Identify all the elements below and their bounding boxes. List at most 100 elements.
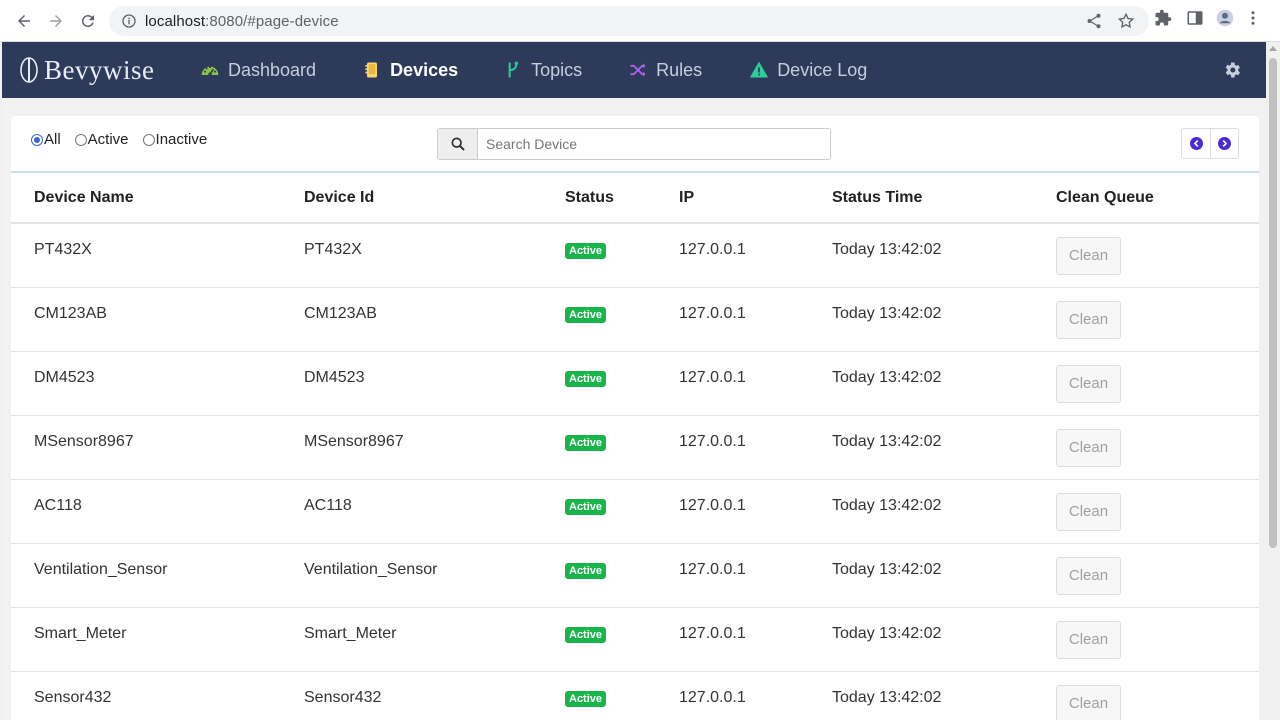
search-device-input[interactable]: [478, 129, 830, 159]
back-arrow-icon: [18, 15, 30, 27]
more-vert-icon: [1251, 11, 1255, 25]
site-info-icon[interactable]: [121, 13, 137, 29]
device-id-cell: AC118: [304, 479, 565, 544]
nav-dashboard-label: Dashboard: [228, 59, 317, 80]
status-cell: Active: [565, 671, 679, 720]
ip-cell: 127.0.0.1: [679, 287, 832, 352]
filter-all[interactable]: All: [31, 131, 61, 148]
nav-dashboard[interactable]: Dashboard: [200, 42, 316, 98]
back-button[interactable]: [12, 9, 36, 33]
clean-queue-button[interactable]: Clean: [1056, 428, 1121, 467]
table-row[interactable]: AC118 AC118 Active 127.0.0.1 Today 13:42:02 C…: [11, 479, 1259, 544]
table-row[interactable]: MSensor8967 MSensor8967 Active 127.0.0.1 Tod…: [11, 415, 1259, 480]
table-row[interactable]: DM4523 DM4523 Active 127.0.0.1 Today 13:42:0…: [11, 351, 1259, 416]
status-badge: Active: [565, 243, 607, 259]
brand-logo[interactable]: Bevywise: [18, 55, 178, 86]
table-row[interactable]: Smart_Meter Smart_Meter Active 127.0.0.1 Tod…: [11, 607, 1259, 672]
status-time-cell: Today 13:42:02: [832, 223, 1056, 288]
ip-cell: 127.0.0.1: [679, 415, 832, 480]
status-time-cell: Today 13:42:02: [832, 479, 1056, 544]
settings-gear-icon[interactable]: [1222, 60, 1242, 80]
nav-device-log[interactable]: Device Log: [749, 42, 867, 98]
devices-panel: All Active Inactive Search Device Device…: [11, 116, 1259, 720]
profile-avatar-icon: [1216, 9, 1234, 27]
nav-topics-label: Topics: [531, 59, 583, 80]
nav-devices-label: Devices: [390, 59, 459, 80]
ip-cell: 127.0.0.1: [679, 607, 832, 672]
status-badge: Active: [565, 626, 607, 643]
bookmark-star-icon[interactable]: [1117, 12, 1135, 30]
table-row[interactable]: Sensor432 Sensor432 Active 127.0.0.1 Today 1…: [11, 671, 1259, 720]
app-navbar: Bevywise Dashboard Devices Topics Rules …: [2, 42, 1266, 98]
device-name-cell: CM123AB: [11, 287, 304, 352]
reload-button[interactable]: [76, 9, 100, 33]
topics-branch-icon: [508, 61, 519, 78]
ip-cell: 127.0.0.1: [679, 351, 832, 416]
radio-active[interactable]: [74, 133, 87, 146]
filter-inactive[interactable]: Inactive: [142, 131, 207, 148]
status-time-cell: Today 13:42:02: [832, 607, 1056, 672]
share-icon[interactable]: [1085, 12, 1103, 30]
chevron-left-circle-icon: [1189, 137, 1203, 150]
next-page-button[interactable]: [1210, 129, 1238, 158]
ip-cell: 127.0.0.1: [679, 543, 832, 608]
prev-page-button[interactable]: [1182, 129, 1210, 158]
clean-queue-button[interactable]: Clean: [1056, 300, 1121, 339]
clean-queue-button[interactable]: Clean: [1056, 492, 1121, 531]
header-status[interactable]: Status: [565, 173, 679, 224]
status-cell: Active: [565, 223, 679, 288]
status-cell: Active: [565, 287, 679, 352]
status-time-cell: Today 13:42:02: [832, 415, 1056, 480]
clean-queue-cell: Clean: [1056, 287, 1259, 352]
header-ip[interactable]: IP: [679, 173, 832, 224]
header-device-id[interactable]: Device Id: [304, 173, 565, 224]
device-name-cell: PT432X: [11, 223, 304, 288]
profile-button[interactable]: [1216, 9, 1234, 27]
nav-devices[interactable]: Devices: [362, 42, 458, 98]
status-badge: Active: [565, 498, 607, 515]
extensions-button[interactable]: [1154, 9, 1172, 27]
search-icon: [450, 137, 465, 151]
forward-button[interactable]: [44, 9, 68, 33]
radio-inactive[interactable]: [142, 133, 155, 146]
scroll-up-arrow-icon[interactable]: [1269, 46, 1277, 51]
table-row[interactable]: Ventilation_Sensor Ventilation_Sensor Acti…: [11, 543, 1259, 608]
clean-queue-button[interactable]: Clean: [1056, 620, 1121, 659]
reload-icon: [81, 15, 94, 28]
device-id-cell: Ventilation_Sensor: [304, 543, 565, 608]
browser-menu-button[interactable]: [1244, 9, 1262, 27]
clean-queue-cell: Clean: [1056, 351, 1259, 416]
address-bar[interactable]: localhost:8080/#page-device: [109, 6, 1149, 36]
filter-active[interactable]: Active: [74, 131, 129, 148]
status-cell: Active: [565, 351, 679, 416]
device-id-cell: Sensor432: [304, 671, 565, 720]
table-row[interactable]: CM123AB CM123AB Active 127.0.0.1 Today 13:42…: [11, 287, 1259, 352]
clean-queue-button[interactable]: Clean: [1056, 364, 1121, 403]
devices-icon: [365, 62, 378, 78]
nav-rules[interactable]: Rules: [628, 42, 702, 98]
search-box: [437, 128, 831, 160]
status-badge: Active: [565, 306, 607, 323]
ip-cell: 127.0.0.1: [679, 671, 832, 720]
clean-queue-button[interactable]: Clean: [1056, 684, 1121, 720]
table-row[interactable]: PT432X PT432X Active 127.0.0.1 Today 13:42:0…: [11, 223, 1259, 288]
radio-all[interactable]: [31, 133, 43, 146]
side-panel-icon: [1187, 11, 1203, 25]
status-cell: Active: [565, 415, 679, 480]
header-status-time[interactable]: Status Time: [832, 173, 1056, 224]
clean-queue-button[interactable]: Clean: [1056, 237, 1121, 275]
filter-bar: All Active Inactive: [11, 116, 1259, 173]
search-button[interactable]: [438, 129, 478, 159]
forward-arrow-icon: [50, 15, 62, 27]
page-scrollbar[interactable]: [1266, 42, 1280, 720]
status-time-cell: Today 13:42:02: [832, 287, 1056, 352]
nav-topics[interactable]: Topics: [503, 42, 582, 98]
header-device-name[interactable]: Device Name: [11, 173, 304, 224]
clean-queue-button[interactable]: Clean: [1056, 556, 1121, 595]
clean-queue-cell: Clean: [1056, 415, 1259, 480]
side-panel-button[interactable]: [1186, 9, 1204, 27]
brand-name: Bevywise: [44, 54, 155, 85]
device-name-cell: Ventilation_Sensor: [11, 543, 304, 608]
scrollbar-thumb[interactable]: [1269, 58, 1277, 548]
dashboard-gauge-icon: [201, 66, 219, 76]
